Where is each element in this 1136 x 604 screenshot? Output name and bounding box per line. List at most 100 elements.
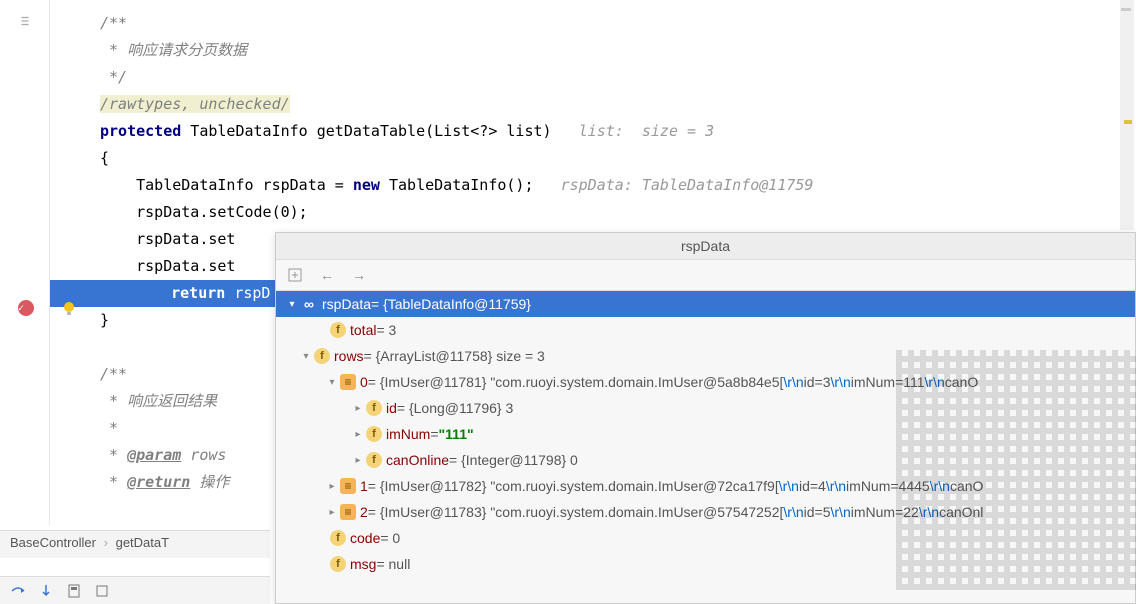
step-into-icon[interactable] [38,583,54,599]
back-arrow-icon[interactable]: ← [318,266,336,284]
escape-seq: \r\n [779,478,799,494]
code-text: TableDataInfo rspData = [100,176,353,194]
variable-tree[interactable]: ▾ ∞ rspData = {TableDataInfo@11759} f to… [276,291,1135,577]
code-text: rspData.setCode(0); [100,203,308,221]
chevron-right-icon[interactable]: ▸ [350,455,366,466]
var-value: = [430,426,438,442]
var-name: id [386,400,397,416]
expand-icon[interactable] [286,266,304,284]
code-text: rspData.set [100,230,235,248]
chevron-right-icon[interactable]: ▸ [324,481,340,492]
tree-row[interactable]: ▸ ≡ 1 = {ImUser@11782} "com.ruoyi.system… [276,473,1135,499]
tree-root-row[interactable]: ▾ ∞ rspData = {TableDataInfo@11759} [276,291,1135,317]
code-text: rspD [225,284,270,302]
comment-text: * 响应请求分页数据 [100,41,247,59]
tree-row[interactable]: ▸ f imNum = "111" [276,421,1135,447]
var-value: canO [945,374,978,390]
debug-toolbar [0,576,270,604]
object-icon: ∞ [300,295,318,313]
escape-seq: \r\n [826,478,846,494]
keyword: new [353,176,380,194]
comment-text: rows [181,446,235,464]
array-item-icon: ≡ [340,504,356,520]
tree-row[interactable]: f msg = null [276,551,1135,577]
field-icon: f [330,556,346,572]
comment-text: * 响应返回结果 [100,392,217,410]
keyword: return [171,284,225,302]
brace: { [100,149,109,167]
var-value: = {Integer@11798} 0 [449,452,578,468]
var-name: 2 [360,504,368,520]
var-value: = 0 [380,530,400,546]
chevron-right-icon[interactable]: ▸ [324,507,340,518]
var-value: = {ImUser@11781} "com.ruoyi.system.domai… [368,374,784,390]
chevron-right-icon[interactable]: ▸ [350,429,366,440]
step-over-icon[interactable] [10,583,26,599]
escape-seq: \r\n [783,374,803,390]
field-icon: f [366,426,382,442]
chevron-down-icon[interactable]: ▾ [298,351,314,362]
suppress-annotation: /rawtypes, unchecked/ [100,95,290,113]
var-name: msg [350,556,376,572]
code-text: TableDataInfo(); [380,176,534,194]
chevron-right-icon[interactable]: ▸ [350,403,366,414]
popup-title: rspData [276,233,1135,260]
var-value: id=3 [804,374,831,390]
field-icon: f [330,530,346,546]
field-icon: f [330,322,346,338]
tree-row[interactable]: ▾ ≡ 0 = {ImUser@11781} "com.ruoyi.system… [276,369,1135,395]
string-value: "111" [439,426,474,442]
var-value: = {ImUser@11783} "com.ruoyi.system.domai… [368,504,784,520]
comment-text: */ [100,68,127,86]
tree-row[interactable]: ▸ f id = {Long@11796} 3 [276,395,1135,421]
var-value: = null [376,556,410,572]
breadcrumb-item[interactable]: BaseController [10,535,96,550]
escape-seq: \r\n [925,374,945,390]
debug-inspect-popup[interactable]: rspData ← → ▾ ∞ rspData = {TableDataInfo… [275,232,1136,604]
field-icon: f [366,400,382,416]
inline-hint: rspData: TableDataInfo@11759 [534,176,814,194]
var-value: canOnl [939,504,983,520]
calculator-icon[interactable] [66,583,82,599]
warning-stripe[interactable] [1124,120,1132,124]
collapse-icon[interactable] [18,14,32,28]
editor-scrollbar[interactable] [1120,0,1134,230]
breadcrumb-item[interactable]: getDataT [116,535,169,550]
popup-toolbar: ← → [276,260,1135,291]
field-icon: f [366,452,382,468]
var-value: id=5 [804,504,831,520]
field-icon: f [314,348,330,364]
var-name: total [350,322,376,338]
keyword: protected [100,122,181,140]
intention-bulb-icon[interactable] [60,300,78,318]
brace: } [100,311,109,329]
chevron-down-icon[interactable]: ▾ [284,299,300,310]
javadoc-tag: @return [127,473,190,491]
tree-row[interactable]: f code = 0 [276,525,1135,551]
breadcrumb[interactable]: BaseController › getDataT [0,530,270,558]
editor-gutter: ✓ [0,0,50,525]
escape-seq: \r\n [930,478,950,494]
var-name: rspData [322,296,371,312]
watch-icon[interactable] [94,583,110,599]
comment-text: 操作 [190,473,229,491]
method-signature: TableDataInfo getDataTable(List<?> list) [181,122,551,140]
var-name: code [350,530,380,546]
tree-row[interactable]: f total = 3 [276,317,1135,343]
comment-text: * [100,446,127,464]
escape-seq: \r\n [919,504,939,520]
tree-row[interactable]: ▸ f canOnline = {Integer@11798} 0 [276,447,1135,473]
forward-arrow-icon[interactable]: → [350,266,368,284]
comment-text: /** [100,365,127,383]
breadcrumb-separator: › [104,535,108,550]
chevron-down-icon[interactable]: ▾ [324,377,340,388]
javadoc-tag: @param [127,446,181,464]
tree-row[interactable]: ▸ ≡ 2 = {ImUser@11783} "com.ruoyi.system… [276,499,1135,525]
var-name: 1 [360,478,368,494]
tree-row[interactable]: ▾ f rows = {ArrayList@11758} size = 3 [276,343,1135,369]
var-value: = {ArrayList@11758} size = 3 [364,348,545,364]
inline-hint: list: size = 3 [552,122,715,140]
breakpoint-check-icon: ✓ [18,303,24,314]
array-item-icon: ≡ [340,374,356,390]
var-value: = {Long@11796} 3 [397,400,513,416]
